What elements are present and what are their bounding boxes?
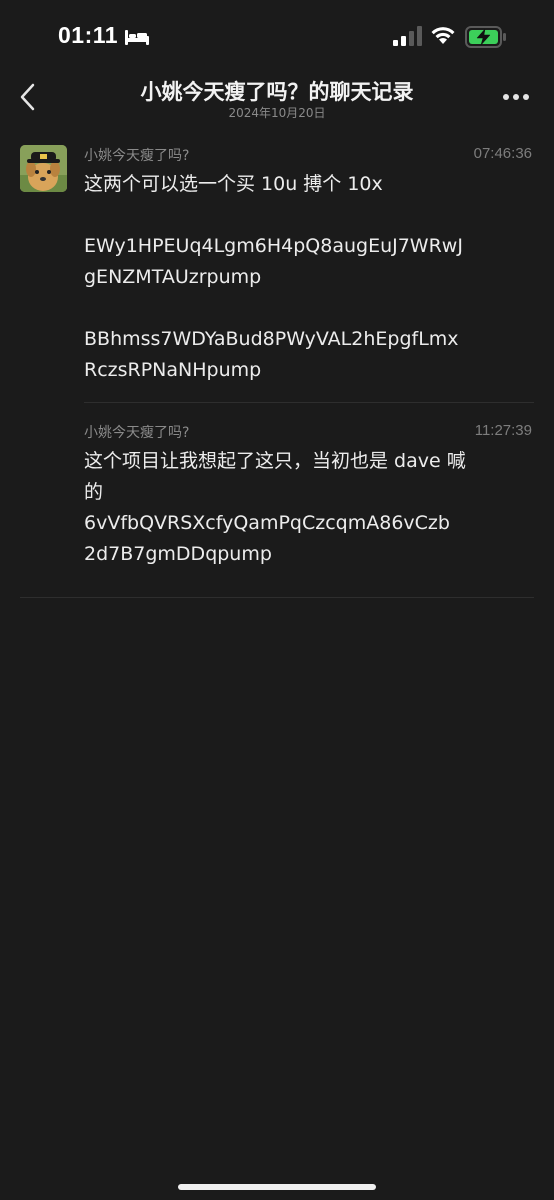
wifi-icon (431, 27, 455, 44)
status-bar: 01:11 (0, 0, 554, 70)
message-line (84, 200, 534, 231)
message-time: 07:46:36 (473, 145, 532, 162)
message-line: 这两个可以选一个买 10u 搏个 10x (84, 173, 383, 195)
home-indicator[interactable] (178, 1184, 376, 1190)
nav-bar: 小姚今天瘦了吗？的聊天记录 2024年10月20日 (0, 70, 554, 126)
divider (84, 402, 534, 403)
message-line: 这个项目让我想起了这只，当初也是 dave 喊 (84, 450, 466, 472)
message-line: BBhmss7WDYaBud8PWyVAL2hEpgfLmx (84, 328, 459, 350)
sender-name: 小姚今天瘦了吗? (84, 148, 190, 164)
status-time: 01:11 (58, 22, 119, 48)
message-line: gENZMTAUzrpump (84, 266, 262, 288)
message-line (84, 293, 534, 324)
avatar[interactable] (20, 145, 67, 192)
page-subtitle-date: 2024年10月20日 (228, 106, 326, 120)
message-line: 6vVfbQVRSXcfyQamPqCzcqmA86vCzb (84, 512, 450, 534)
message-line: 的 (84, 481, 104, 503)
message-line: 2d7B7gmDDqpump (84, 543, 272, 565)
signal-icon (393, 26, 422, 46)
page-title: 小姚今天瘦了吗？的聊天记录 (140, 80, 414, 104)
message-line: RczsRPNaNHpump (84, 359, 262, 381)
message-text[interactable]: 这个项目让我想起了这只，当初也是 dave 喊 的 6vVfbQVRSXcfyQ… (84, 446, 534, 570)
message-text[interactable]: 这两个可以选一个买 10u 搏个 10x EWy1HPEUq4Lgm6H4pQ8… (84, 169, 534, 386)
bed-icon (125, 30, 149, 45)
message-time: 11:27:39 (474, 422, 532, 439)
sender-name: 小姚今天瘦了吗? (84, 425, 190, 441)
chat-history-screen: 01:11 小姚今天瘦了吗？的聊天记录 2024年10月20日 小姚今天瘦了吗?… (0, 0, 554, 1200)
dog-avatar-icon (20, 145, 67, 192)
message-line: EWy1HPEUq4Lgm6H4pQ8augEuJ7WRwJ (84, 235, 463, 257)
message-list: 小姚今天瘦了吗? 07:46:36 这两个可以选一个买 10u 搏个 10x E… (0, 126, 554, 1200)
more-dots-icon[interactable] (502, 93, 530, 101)
battery-charging-icon (465, 26, 506, 48)
divider (20, 597, 534, 598)
